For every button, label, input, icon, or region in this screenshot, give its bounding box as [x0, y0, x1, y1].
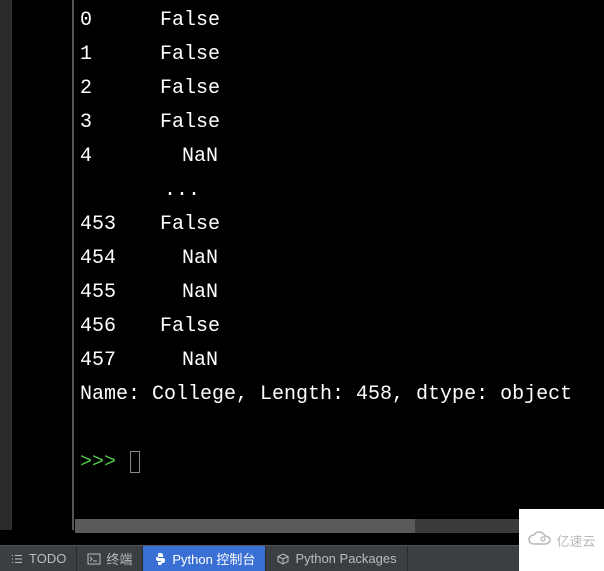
series-index: 455 [80, 276, 160, 310]
output-row: 0 False [80, 4, 598, 38]
left-gutter-margin [0, 0, 12, 530]
series-value: False [160, 310, 220, 344]
editor-area: 0 False 1 False 2 False 3 False 4 NaN ..… [0, 0, 604, 530]
python-console-output[interactable]: 0 False 1 False 2 False 3 False 4 NaN ..… [74, 0, 604, 530]
output-row: 2 False [80, 72, 598, 106]
series-summary: Name: College, Length: 458, dtype: objec… [80, 378, 598, 412]
horizontal-scrollbar-thumb[interactable] [75, 519, 415, 533]
output-row: 3 False [80, 106, 598, 140]
packages-icon [276, 552, 290, 566]
series-value: False [160, 72, 220, 106]
python-icon [153, 552, 167, 566]
left-gutter [12, 0, 74, 530]
series-value: NaN [182, 344, 218, 378]
series-value: False [160, 106, 220, 140]
tab-label: 终端 [106, 549, 132, 568]
series-value: NaN [182, 242, 218, 276]
tab-python-console[interactable]: Python 控制台 [143, 546, 266, 571]
series-value: False [160, 4, 220, 38]
series-index: 456 [80, 310, 160, 344]
output-row: 4 NaN [80, 140, 598, 174]
cloud-icon [527, 530, 553, 551]
tab-label: Python 控制台 [172, 549, 255, 568]
series-index: 3 [80, 106, 160, 140]
series-index: 457 [80, 344, 160, 378]
output-row: 454 NaN [80, 242, 598, 276]
series-index: 2 [80, 72, 160, 106]
list-icon [10, 552, 24, 566]
series-index: 454 [80, 242, 160, 276]
tool-window-bar: TODO 终端 Python 控制台 Python Packages [0, 545, 604, 571]
output-row: 1 False [80, 38, 598, 72]
series-value: NaN [182, 276, 218, 310]
series-index: 0 [80, 4, 160, 38]
prompt-line[interactable]: >>> [80, 446, 598, 480]
series-index: 4 [80, 140, 160, 174]
output-row: 457 NaN [80, 344, 598, 378]
series-index: 453 [80, 208, 160, 242]
output-row: 455 NaN [80, 276, 598, 310]
series-value: False [160, 208, 220, 242]
text-cursor [130, 451, 140, 473]
watermark-text: 亿速云 [556, 531, 595, 550]
series-value: NaN [182, 140, 218, 174]
output-row: 453 False [80, 208, 598, 242]
terminal-icon [87, 552, 101, 566]
tab-todo[interactable]: TODO [0, 546, 77, 571]
series-value: False [160, 38, 220, 72]
series-index: 1 [80, 38, 160, 72]
output-ellipsis: ... [80, 174, 598, 208]
output-row: 456 False [80, 310, 598, 344]
tab-terminal[interactable]: 终端 [77, 546, 143, 571]
tab-python-packages[interactable]: Python Packages [266, 546, 407, 571]
tab-label: TODO [29, 551, 66, 566]
tab-label: Python Packages [295, 551, 396, 566]
python-prompt: >>> [80, 451, 128, 474]
watermark: 亿速云 [519, 509, 604, 571]
